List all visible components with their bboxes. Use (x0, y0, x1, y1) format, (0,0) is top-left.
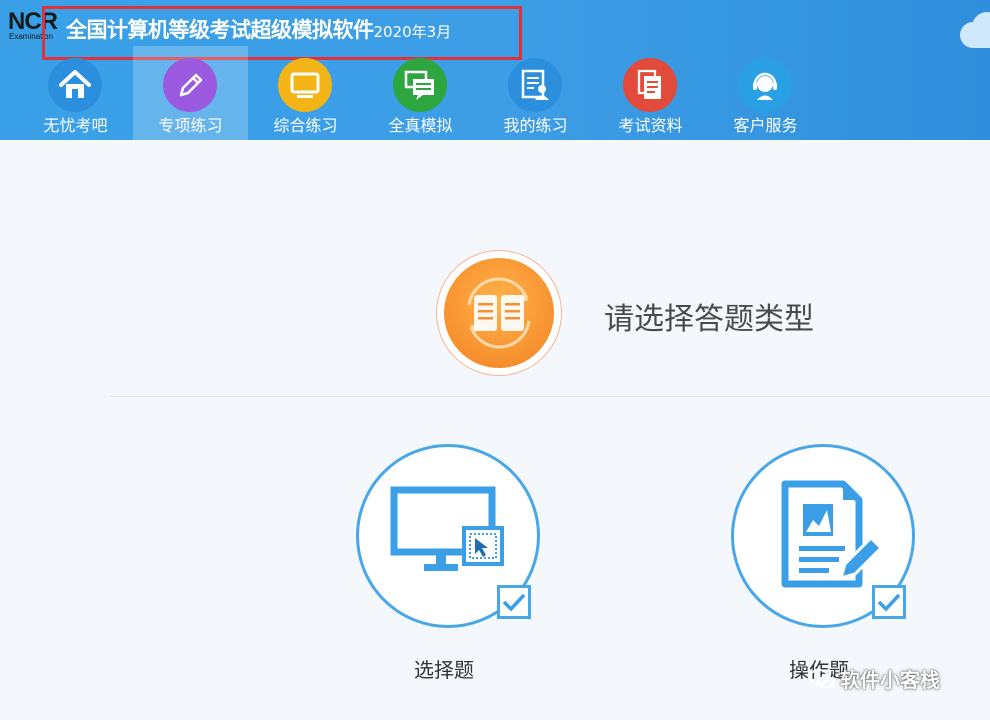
answer-type-hero-icon (436, 250, 562, 376)
check-icon (877, 593, 901, 612)
nav-label: 全真模拟 (388, 116, 453, 135)
choice-question-button[interactable] (356, 444, 540, 628)
nav-item-comprehensive-practice[interactable]: 综合练习 (248, 46, 363, 140)
choice-question-label: 选择题 (414, 658, 474, 682)
wechat-icon (809, 668, 834, 688)
nav-label: 综合练习 (273, 116, 338, 135)
check-icon (502, 593, 526, 612)
nav-item-exam-materials[interactable]: 考试资料 (593, 46, 708, 140)
pencil-icon (163, 58, 217, 112)
headset-icon (738, 58, 792, 112)
nav-label: 专项练习 (158, 116, 223, 135)
app-header: NCR Examination 全国计算机等级考试超级模拟软件2020年3月 无… (0, 0, 990, 140)
exam-screens-icon (393, 58, 447, 112)
nav-label: 客户服务 (733, 116, 798, 135)
choice-checkbox[interactable] (497, 585, 531, 619)
nav-item-my-practice[interactable]: 我的练习 (478, 46, 593, 140)
main-nav: 无忧考吧 专项练习 综合练习 全真模拟 我的练习 考试资料 客户服务 (18, 46, 823, 140)
watermark: 软件小客栈 (808, 664, 940, 693)
cloud-decoration (950, 12, 990, 50)
documents-icon (623, 58, 677, 112)
operation-question-button[interactable] (731, 444, 915, 628)
nav-label: 我的练习 (503, 116, 568, 135)
monitor-icon (278, 58, 332, 112)
nav-item-home[interactable]: 无忧考吧 (18, 46, 133, 140)
nav-item-special-practice[interactable]: 专项练习 (133, 46, 248, 140)
watermark-text: 软件小客栈 (840, 668, 940, 692)
nav-label: 无忧考吧 (43, 116, 108, 135)
nav-item-customer-service[interactable]: 客户服务 (708, 46, 823, 140)
nav-item-full-mock[interactable]: 全真模拟 (363, 46, 478, 140)
prompt-heading: 请选择答题类型 (604, 302, 814, 337)
section-divider (110, 396, 990, 397)
operation-checkbox[interactable] (872, 585, 906, 619)
user-document-icon (508, 58, 562, 112)
book-exchange-icon (444, 258, 554, 368)
home-icon (48, 58, 102, 112)
nav-label: 考试资料 (618, 116, 683, 135)
